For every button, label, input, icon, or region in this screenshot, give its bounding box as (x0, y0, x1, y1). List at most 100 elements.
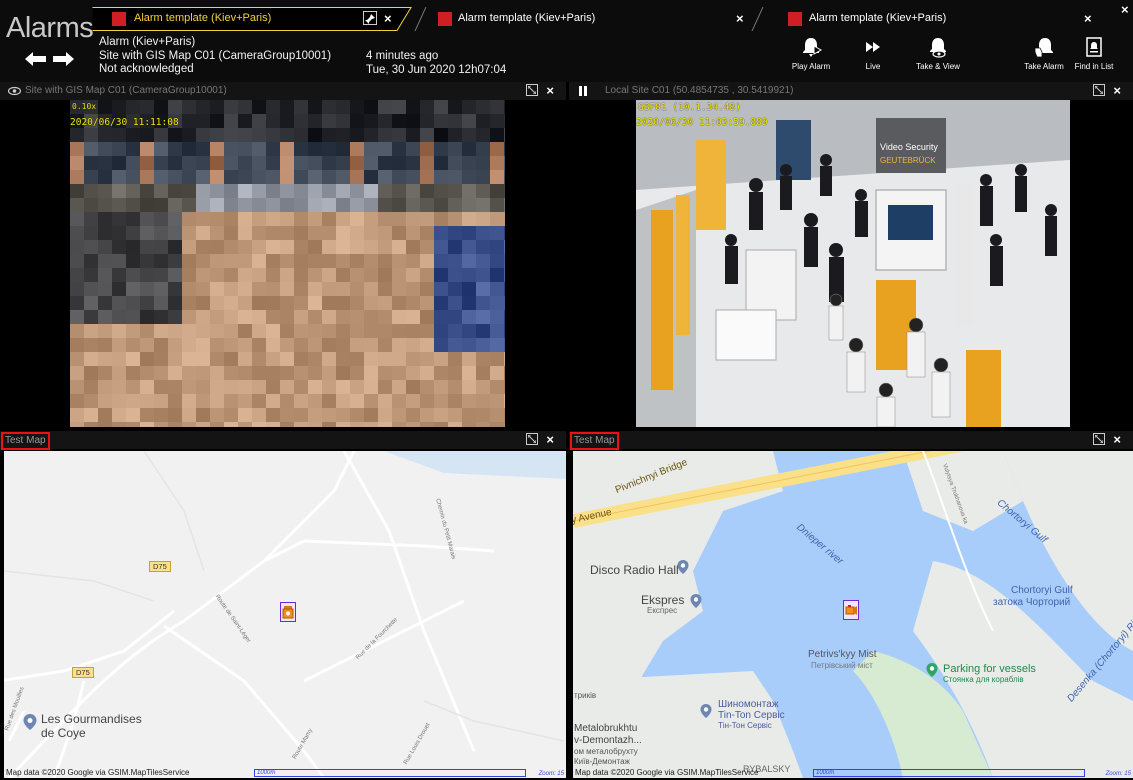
gis-map-view[interactable]: Pivnichnyi Bridge y Avenue Disco Radio H… (573, 451, 1133, 778)
map-attribution: Map data ©2020 Google via GSIM.MapTilesS… (575, 768, 759, 777)
bell-hand-icon (1034, 38, 1053, 58)
camera-id-osd: GBF01 (10.1.34.48) (638, 102, 741, 113)
tab-alarm-2[interactable]: Alarm template (Kiev+Paris) × (414, 7, 764, 31)
tab-label: Alarm template (Kiev+Paris) (809, 12, 947, 24)
forward-button[interactable] (51, 50, 75, 68)
poi-label: Metalobrukhtu (574, 723, 638, 734)
map-pin-icon[interactable] (689, 593, 703, 609)
maximize-button[interactable] (1093, 433, 1105, 445)
video-pane-left: Site with GIS Map C01 (CameraGroup10001)… (0, 82, 566, 429)
pin-tab-button[interactable] (363, 11, 377, 25)
alarm-name: Alarm (Kiev+Paris) (99, 36, 196, 48)
close-window-button[interactable]: × (1121, 2, 1129, 17)
live-label: Live (865, 62, 881, 71)
gulf-label: Chortoryi Gulf (1011, 585, 1073, 596)
maximize-button[interactable] (526, 84, 538, 96)
close-pane-button[interactable]: × (1113, 83, 1121, 98)
close-pane-button[interactable]: × (1113, 432, 1121, 447)
bell-play-icon (803, 38, 822, 57)
alarm-camera-marker[interactable] (280, 602, 296, 622)
alarm-camera-marker[interactable] (843, 600, 859, 620)
pane-title: Site with GIS Map C01 (CameraGroup10001) (25, 85, 227, 96)
close-pane-button[interactable]: × (546, 432, 554, 447)
poi-label-ua: Стоянка для кораблів (943, 675, 1024, 684)
video-feed-trade-show[interactable]: Video Security GEUTEBRÜCK GBF01 (10.1.34… (636, 100, 1070, 427)
take-and-view-button[interactable]: Take & View (910, 36, 966, 76)
eye-icon[interactable] (8, 85, 21, 97)
map-title[interactable]: Test Map (1, 432, 50, 450)
map-pin-icon[interactable] (699, 703, 713, 719)
take-and-view-label: Take & View (916, 62, 960, 71)
map-scale-bar: 1000m (813, 769, 1085, 777)
poi-label: Tin-Ton Сервіс (718, 710, 785, 721)
play-alarm-label: Play Alarm (791, 62, 831, 71)
poi-label-ua: Тін-Тон Сервіс (718, 721, 772, 730)
map-zoom-level: Zoom: 15 (538, 771, 564, 777)
map-pin-icon[interactable] (22, 713, 38, 731)
map-footer: Map data ©2020 Google via GSIM.MapTilesS… (573, 767, 1133, 778)
parking-pin-icon[interactable] (925, 662, 939, 678)
poi-label-ua: Експрес (647, 606, 678, 615)
road-label-d75: D75 (72, 667, 94, 678)
alarm-status: Not acknowledged (99, 63, 194, 75)
find-in-list-label: Find in List (1074, 62, 1114, 71)
video-feed-pixelated[interactable]: 0.10x 2020/06/30 11:11:08 (70, 100, 505, 427)
alarm-header: Alarms Alarm template (Kiev+Paris) × Ala… (0, 0, 1133, 82)
bridge-label: Petrivs'kyy Mist (808, 649, 877, 660)
arrow-left-icon (25, 52, 46, 66)
gis-map-view[interactable]: D75 D75 Route de Saint-Léger Rue de la F… (4, 451, 566, 778)
tab-close-button[interactable]: × (1084, 11, 1092, 26)
take-alarm-label: Take Alarm (1024, 62, 1064, 71)
camera-marker-icon (282, 606, 294, 619)
video-osd-tag: 0.10x (72, 102, 97, 111)
alarm-site: Site with GIS Map C01 (CameraGroup10001) (99, 49, 332, 62)
alarm-details: Alarm (Kiev+Paris) Site with GIS Map C01… (99, 36, 331, 77)
maximize-button[interactable] (1093, 84, 1105, 96)
poi-label: Les Gourmandises (41, 712, 142, 726)
poi-label: Шиномонтаж (718, 699, 779, 710)
map-zoom-level: Zoom: 15 (1105, 771, 1131, 777)
list-alarm-icon (1086, 37, 1102, 57)
poi-label: de Coye (41, 726, 86, 740)
maximize-button[interactable] (526, 433, 538, 445)
maximize-icon (528, 86, 536, 94)
trade-show-video-image: Video Security GEUTEBRÜCK (636, 100, 1070, 427)
fast-forward-icon (866, 42, 880, 52)
poi-label-ua: ом металобрухту (574, 747, 638, 756)
tab-label: Alarm template (Kiev+Paris) (458, 12, 596, 24)
video-timestamp: 2020/06/30 11:03:59.889 (636, 117, 768, 128)
alarm-color-swatch (438, 12, 452, 26)
alarm-color-swatch (788, 12, 802, 26)
poi-label: Parking for vessels (943, 663, 1036, 675)
pane-header: Test Map × (569, 431, 1133, 450)
pause-icon[interactable] (577, 85, 590, 97)
camera-marker-icon (845, 605, 857, 615)
take-alarm-button[interactable]: Take Alarm (1020, 36, 1068, 76)
video-timestamp: 2020/06/30 11:11:08 (70, 117, 179, 128)
map-pane-left: Test Map × D75 D75 Route de Saint-Léger … (0, 431, 566, 780)
back-button[interactable] (24, 50, 48, 68)
alarm-time-details: 4 minutes ago Tue, 30 Jun 2020 12h07:04 (366, 50, 506, 77)
pixelated-video-image (70, 100, 505, 427)
tab-close-button[interactable]: × (736, 11, 744, 26)
live-button[interactable]: Live (858, 36, 888, 76)
pane-title: Local Site C01 (50.4854735 , 30.5419921) (605, 85, 794, 96)
map-title[interactable]: Test Map (570, 432, 619, 450)
poi-label-ua: Київ-Демонтаж (574, 757, 630, 766)
tab-alarm-3[interactable]: Alarm template (Kiev+Paris) × (767, 7, 1107, 31)
find-in-list-button[interactable]: Find in List (1072, 36, 1116, 76)
tab-close-button[interactable]: × (384, 11, 392, 26)
booth-sign-text: Video Security (880, 142, 938, 152)
close-pane-button[interactable]: × (546, 83, 554, 98)
pane-header: Local Site C01 (50.4854735 , 30.5419921)… (569, 82, 1133, 100)
street-label: трикiв (574, 691, 597, 700)
tab-label: Alarm template (Kiev+Paris) (134, 12, 272, 24)
play-alarm-button[interactable]: Play Alarm (788, 36, 834, 76)
map-pane-right: Test Map × Pivnichnyi Bridge y Avenue Di… (569, 431, 1133, 780)
poi-label: v-Demontazh... (574, 735, 642, 746)
pane-header: Test Map × (0, 431, 566, 450)
tab-alarm-1[interactable]: Alarm template (Kiev+Paris) × (92, 7, 412, 31)
poi-label: Disco Radio Hall (590, 563, 679, 577)
map-attribution: Map data ©2020 Google via GSIM.MapTilesS… (6, 768, 190, 777)
bridge-label-ua: Петрівський міст (811, 661, 873, 670)
